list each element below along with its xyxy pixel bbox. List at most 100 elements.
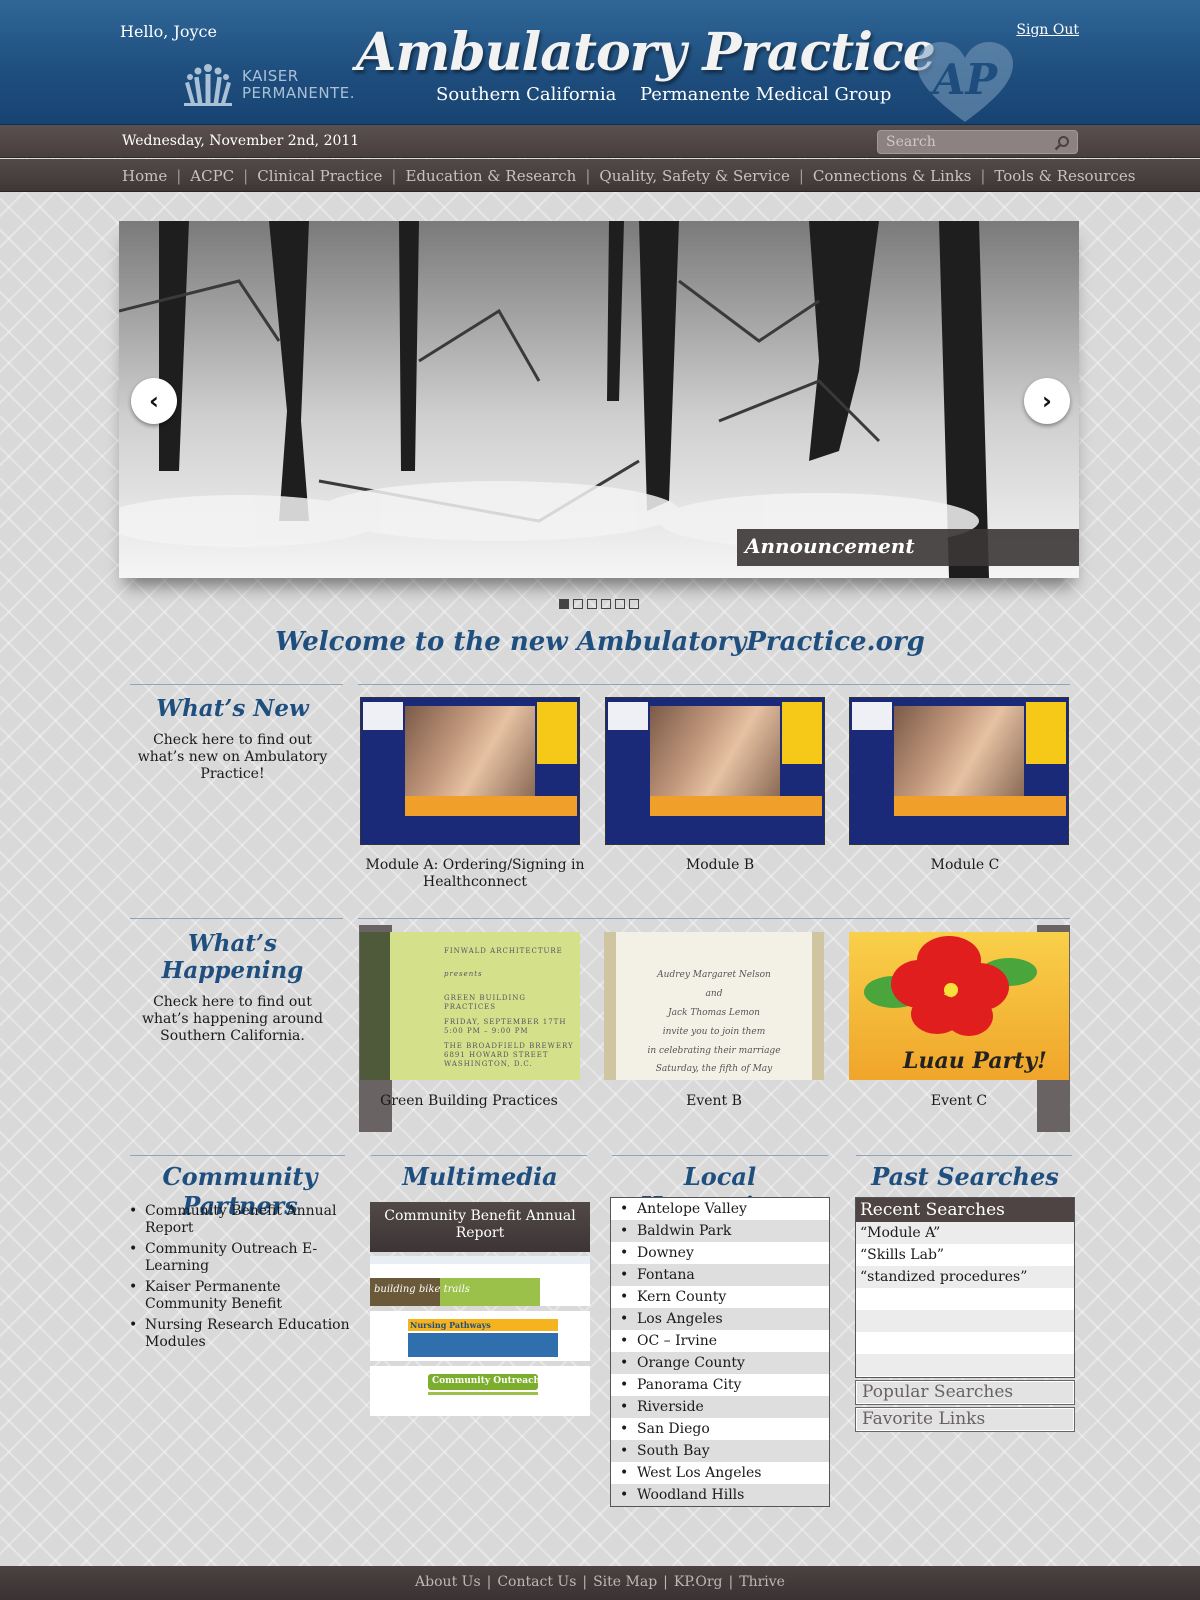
local-happening-baldwin-park[interactable]: Baldwin Park — [611, 1220, 829, 1242]
nav-item-quality-safety-service[interactable]: Quality, Safety & Service — [599, 167, 789, 185]
local-happening-oc-irvine[interactable]: OC – Irvine — [611, 1330, 829, 1352]
multimedia-thumb-nursing-pathways[interactable]: Nursing Pathways — [370, 1311, 590, 1361]
flyer-line: WASHINGTON, D.C. — [444, 1060, 533, 1068]
footer-separator: | — [728, 1574, 734, 1590]
local-happening-west-los-angeles[interactable]: West Los Angeles — [611, 1462, 829, 1484]
module-c-caption[interactable]: Module C — [855, 857, 1075, 874]
divider — [358, 918, 1070, 919]
slider-next-button[interactable]: › — [1024, 378, 1070, 424]
search-icon[interactable] — [1054, 135, 1070, 151]
local-happening-woodland-hills[interactable]: Woodland Hills — [611, 1484, 829, 1506]
empty-search-row — [856, 1354, 1074, 1376]
slider-pagination — [559, 599, 639, 609]
multimedia-thumb-community-outreach[interactable]: Community Outreach — [370, 1366, 590, 1416]
subtitle-group: Permanente Medical Group — [640, 84, 892, 105]
module-b-caption[interactable]: Module B — [610, 857, 830, 874]
module-b-thumbnail[interactable] — [605, 697, 825, 845]
footer-link-contact-us[interactable]: Contact Us — [497, 1574, 576, 1590]
invite-line: and — [705, 989, 723, 999]
recent-search-item[interactable]: “Module A” — [856, 1222, 1074, 1244]
invite-line: Audrey Margaret Nelson — [657, 970, 771, 980]
footer-link-about-us[interactable]: About Us — [415, 1574, 481, 1590]
nav-item-tools-resources[interactable]: Tools & Resources — [994, 167, 1135, 185]
local-happening-riverside[interactable]: Riverside — [611, 1396, 829, 1418]
slider-dot[interactable] — [601, 599, 611, 609]
kaiser-permanente-logo[interactable]: KAISER PERMANENTE. — [182, 62, 355, 108]
community-partner-link[interactable]: Nursing Research Education Modules — [128, 1317, 358, 1351]
slider-dot[interactable] — [559, 599, 569, 609]
footer-link-kp-org[interactable]: KP.Org — [674, 1574, 723, 1590]
popular-searches-tab[interactable]: Popular Searches — [855, 1380, 1075, 1405]
recent-searches-panel: Recent Searches “Module A” “Skills Lab” “s… — [855, 1197, 1075, 1378]
module-a-thumbnail[interactable] — [360, 697, 580, 845]
nav-item-education-research[interactable]: Education & Research — [405, 167, 576, 185]
hibiscus-flower-icon — [864, 936, 1037, 1036]
luau-flyer-text: Luau Party! — [903, 1048, 1047, 1074]
slide-caption: Announcement — [737, 529, 1079, 566]
greeting: Hello, Joyce — [120, 22, 217, 41]
flyer-line: FRIDAY, SEPTEMBER 17TH — [444, 1018, 567, 1026]
nav-separator: | — [391, 167, 397, 185]
recent-search-item[interactable]: “Skills Lab” — [856, 1244, 1074, 1266]
slider-prev-button[interactable]: ‹ — [131, 378, 177, 424]
sign-out-link[interactable]: Sign Out — [1016, 22, 1079, 38]
footer-link-site-map[interactable]: Site Map — [593, 1574, 657, 1590]
divider — [856, 1155, 1072, 1156]
event-b-invitation[interactable]: Audrey Margaret Nelson and Jack Thomas L… — [604, 932, 824, 1080]
event-c-caption[interactable]: Event C — [849, 1093, 1069, 1110]
flyer-line: 5:00 PM – 9:00 PM — [444, 1027, 529, 1035]
footer-separator: | — [582, 1574, 588, 1590]
divider — [358, 684, 1070, 685]
nav-item-home[interactable]: Home — [122, 167, 167, 185]
footer-link-thrive[interactable]: Thrive — [739, 1574, 785, 1590]
welcome-heading: Welcome to the new AmbulatoryPractice.or… — [275, 627, 925, 657]
divider — [612, 1155, 828, 1156]
event-c-luau-flyer[interactable]: Luau Party! — [849, 932, 1069, 1080]
whats-happening-title: What’s Happening — [161, 930, 304, 984]
local-happening-south-bay[interactable]: South Bay — [611, 1440, 829, 1462]
local-happening-fontana[interactable]: Fontana — [611, 1264, 829, 1286]
whats-new-block[interactable]: What’s New Check here to find out what’s… — [130, 695, 335, 783]
local-happening-panorama-city[interactable]: Panorama City — [611, 1374, 829, 1396]
recent-search-item[interactable]: “standized procedures” — [856, 1266, 1074, 1288]
logo-text-kaiser: KAISER — [242, 67, 299, 85]
whats-happening-block[interactable]: What’s Happening Check here to find out … — [130, 930, 335, 1045]
date-bar: Wednesday, November 2nd, 2011 — [0, 125, 1200, 158]
slider-dot[interactable] — [573, 599, 583, 609]
event-b-caption[interactable]: Event B — [604, 1093, 824, 1110]
multimedia-thumb-bike-trails[interactable]: building bike trails — [370, 1256, 590, 1306]
local-happening-kern-county[interactable]: Kern County — [611, 1286, 829, 1308]
recent-searches-header[interactable]: Recent Searches — [856, 1198, 1074, 1222]
flyer-line: GREEN BUILDING PRACTICES — [444, 994, 526, 1011]
local-happening-orange-county[interactable]: Orange County — [611, 1352, 829, 1374]
multimedia-feature[interactable]: Community Benefit Annual Report — [370, 1202, 590, 1252]
community-partner-link[interactable]: Kaiser Permanente Community Benefit — [128, 1279, 358, 1313]
module-a-caption[interactable]: Module A: Ordering/Signing in Healthconn… — [365, 857, 585, 891]
module-c-thumbnail[interactable] — [849, 697, 1069, 845]
favorite-links-tab[interactable]: Favorite Links — [855, 1407, 1075, 1432]
local-happening-downey[interactable]: Downey — [611, 1242, 829, 1264]
logo-text-permanente: PERMANENTE. — [242, 84, 355, 102]
slider-dot[interactable] — [615, 599, 625, 609]
snowy-forest-image — [119, 221, 1079, 578]
nav-item-acpc[interactable]: ACPC — [190, 167, 234, 185]
nav-item-connections-links[interactable]: Connections & Links — [813, 167, 971, 185]
local-happening-san-diego[interactable]: San Diego — [611, 1418, 829, 1440]
thumb-label: Nursing Pathways — [410, 1320, 491, 1330]
green-building-caption[interactable]: Green Building Practices — [359, 1093, 579, 1110]
community-partner-link[interactable]: Community Outreach E-Learning — [128, 1241, 358, 1275]
slider-dot[interactable] — [629, 599, 639, 609]
community-partner-link[interactable]: Community Benefit Annual Report — [128, 1203, 358, 1237]
local-happening-los-angeles[interactable]: Los Angeles — [611, 1308, 829, 1330]
whats-happening-text: Check here to find out what’s happening … — [141, 994, 323, 1044]
search-box[interactable] — [877, 130, 1078, 154]
thumb-label: building bike trails — [374, 1284, 470, 1295]
hero-slider[interactable]: ‹ › Announcement — [119, 221, 1079, 578]
green-building-flyer[interactable]: FINWALD ARCHITECTURE presents GREEN BUIL… — [360, 932, 580, 1080]
nav-item-clinical-practice[interactable]: Clinical Practice — [257, 167, 382, 185]
local-happening-antelope-valley[interactable]: Antelope Valley — [611, 1198, 829, 1220]
nav-separator: | — [585, 167, 591, 185]
main-nav: Home | ACPC | Clinical Practice | Education & … — [0, 159, 1200, 192]
slider-dot[interactable] — [587, 599, 597, 609]
search-input[interactable] — [886, 134, 1051, 150]
